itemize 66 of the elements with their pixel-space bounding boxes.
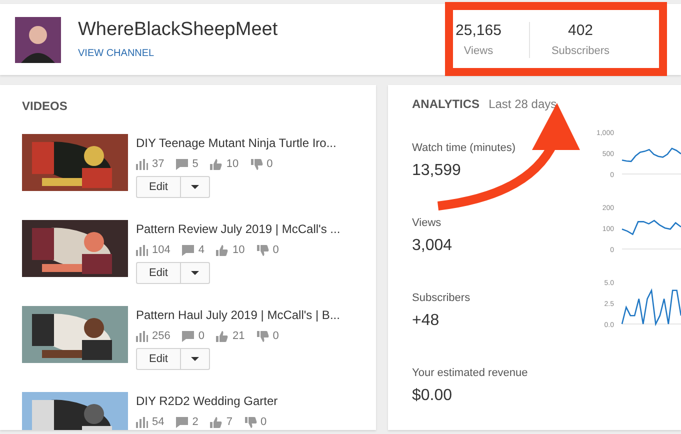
period-label: Last 28 days (488, 97, 557, 111)
stat-count: 54 (152, 416, 164, 428)
video-title[interactable]: Pattern Review July 2019 | McCall's ... (136, 222, 340, 236)
stat-count: 256 (152, 330, 170, 342)
edit-button[interactable]: Edit (136, 348, 181, 370)
metric-value: 13,599 (412, 162, 461, 180)
stat-count: 0 (272, 244, 279, 256)
thumbs-down-icon (256, 244, 269, 256)
metric-label: Watch time (minutes) (412, 142, 516, 154)
bar-chart-icon (136, 416, 148, 428)
stat-count: 4 (198, 244, 204, 256)
caret-icon (190, 271, 199, 275)
stat-label: Views (464, 45, 494, 57)
stat-count: 7 (226, 416, 232, 428)
channel-name: WhereBlackSheepMeet (78, 18, 278, 40)
thumbs-down-icon (244, 416, 256, 428)
thumbs-down-icon (256, 330, 269, 342)
bar-chart-icon (136, 158, 148, 170)
stat-label: Subscribers (551, 45, 610, 57)
stat-count: 5 (192, 158, 198, 170)
caret-icon (190, 185, 199, 189)
caret-icon (190, 357, 199, 361)
video-title[interactable]: DIY Teenage Mutant Ninja Turtle Iro... (136, 136, 336, 150)
metric-label: Views (412, 217, 442, 229)
thumbs-up-icon (216, 330, 228, 342)
metric-value: +48 (412, 312, 440, 330)
bar-chart-icon (136, 330, 148, 342)
section-heading: ANALYTICS (412, 97, 480, 111)
video-title[interactable]: Pattern Haul July 2019 | McCall's | B... (136, 308, 340, 322)
stat-count: 10 (232, 244, 245, 256)
stat-count: 0 (266, 158, 273, 170)
edit-button[interactable]: Edit (136, 262, 181, 284)
stat-count: 10 (226, 158, 239, 170)
speech-bubble-icon (176, 416, 188, 428)
metric-value: 3,004 (412, 237, 452, 255)
metric-label: Your estimated revenue (412, 367, 528, 379)
view-channel-link[interactable]: VIEW CHANNEL (78, 48, 154, 58)
bar-chart-icon (136, 244, 148, 256)
dropdown-button[interactable] (180, 262, 210, 284)
stat-count: 0 (260, 416, 267, 428)
section-heading: VIDEOS (22, 99, 68, 113)
dropdown-button[interactable] (180, 348, 210, 370)
trend-line (622, 148, 681, 162)
trend-line (621, 288, 681, 326)
stat-count: 0 (198, 330, 204, 342)
speech-bubble-icon (182, 244, 194, 256)
stat-count: 0 (272, 330, 279, 342)
speech-bubble-icon (176, 158, 188, 170)
metric-value: $0.00 (412, 387, 452, 405)
stat-count: 2 (192, 416, 198, 428)
thumbs-up-icon (210, 158, 222, 170)
stat-value: 402 (568, 22, 594, 39)
speech-bubble-icon (182, 330, 194, 342)
trend-line (622, 220, 681, 236)
thumbs-up-icon (210, 416, 222, 428)
metric-label: Subscribers (412, 292, 470, 304)
avatar (15, 16, 61, 62)
stat-count: 21 (232, 330, 245, 342)
stat-count: 104 (152, 244, 170, 256)
stat-value: 25,165 (456, 22, 502, 39)
stat-count: 37 (152, 158, 164, 170)
edit-button[interactable]: Edit (136, 176, 181, 198)
video-title[interactable]: DIY R2D2 Wedding Garter (136, 394, 278, 408)
thumbs-down-icon (250, 158, 263, 170)
dropdown-button[interactable] (180, 176, 210, 198)
thumbs-up-icon (216, 244, 228, 256)
